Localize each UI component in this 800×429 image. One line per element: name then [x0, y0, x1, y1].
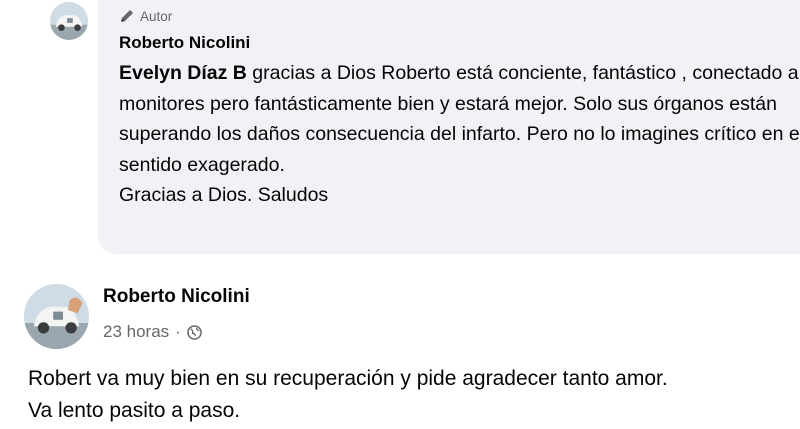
car-photo-avatar-image	[50, 2, 88, 40]
post-meta: 23 horas ·	[103, 321, 202, 343]
pencil-icon	[121, 10, 133, 22]
mention-link[interactable]: Evelyn Díaz B	[119, 62, 247, 84]
author-badge-label: Autor	[140, 8, 173, 24]
post-text: Robert va muy bien en su recuperación y …	[28, 363, 788, 427]
globe-icon[interactable]	[187, 324, 202, 340]
car-photo-avatar-image	[24, 284, 89, 349]
post-text-line: Va lento pasito a paso.	[28, 399, 241, 422]
comment-text: Evelyn Díaz B gracias a Dios Roberto est…	[119, 58, 800, 211]
meta-separator: ·	[175, 322, 181, 341]
comment-avatar[interactable]	[50, 2, 88, 40]
post-avatar[interactable]	[24, 284, 89, 349]
comment-author-name[interactable]: Roberto Nicolini	[119, 33, 250, 53]
post-text-line: Robert va muy bien en su recuperación y …	[28, 367, 668, 390]
comment-closing-line: Gracias a Dios. Saludos	[119, 184, 329, 206]
post-author-name[interactable]: Roberto Nicolini	[103, 286, 250, 308]
post-timestamp[interactable]: 23 horas	[103, 322, 169, 342]
author-badge: Autor	[119, 7, 172, 25]
